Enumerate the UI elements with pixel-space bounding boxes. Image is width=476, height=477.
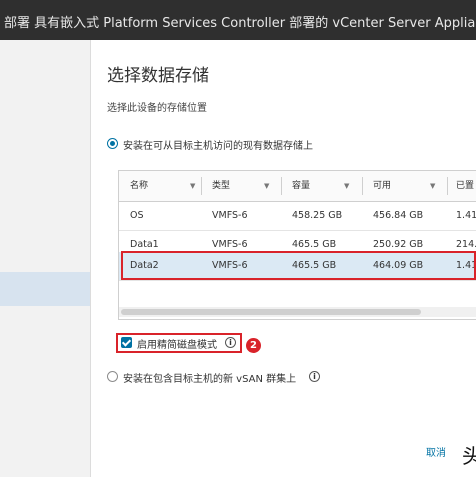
step-badge: 2 <box>246 338 261 353</box>
filter-icon[interactable]: ▼ <box>344 171 349 201</box>
column-divider[interactable] <box>447 177 448 195</box>
cell-free: 456.84 GB <box>373 210 424 221</box>
column-free-label: 可用 <box>373 181 392 191</box>
cell-type: VMFS-6 <box>212 210 248 221</box>
table-header: 名称 ▼ 类型 ▼ 容量 ▼ 可用 ▼ 已置 <box>119 171 476 202</box>
column-header-free[interactable]: 可用 ▼ <box>373 171 445 201</box>
highlight-thin-disk <box>116 333 242 353</box>
radio-existing-datastore-label: 安装在可从目标主机访问的现有数据存储上 <box>123 141 313 152</box>
column-header-type[interactable]: 类型 ▼ <box>212 171 284 201</box>
column-header-provisioned[interactable]: 已置 <box>456 171 476 201</box>
column-divider[interactable] <box>362 177 363 195</box>
cell-capacity: 458.25 GB <box>292 210 343 221</box>
filter-icon[interactable]: ▼ <box>264 171 269 201</box>
datastore-table: 名称 ▼ 类型 ▼ 容量 ▼ 可用 ▼ 已置 OS VMFS-6 458.25 … <box>118 170 476 320</box>
page-subtitle: 选择此设备的存储位置 <box>107 103 207 114</box>
cancel-button[interactable]: 取消 <box>426 444 446 459</box>
window-titlebar: 部署 具有嵌入式 Platform Services Controller 部署… <box>0 0 476 40</box>
column-divider[interactable] <box>201 177 202 195</box>
filter-icon[interactable]: ▼ <box>430 171 435 201</box>
radio-vsan[interactable] <box>107 371 118 382</box>
column-type-label: 类型 <box>212 181 231 191</box>
highlight-selected-datastore <box>121 251 476 280</box>
horizontal-scrollbar[interactable] <box>119 307 476 317</box>
wizard-sidebar <box>0 40 91 477</box>
filter-icon[interactable]: ▼ <box>190 171 195 201</box>
column-header-name[interactable]: 名称 ▼ <box>130 171 200 201</box>
radio-vsan-label: 安装在包含目标主机的新 vSAN 群集上 <box>123 374 297 385</box>
table-row[interactable]: OS VMFS-6 458.25 GB 456.84 GB 1.41 G <box>119 202 476 231</box>
cell-provisioned: 1.41 G <box>456 210 476 221</box>
cell-name: OS <box>130 210 144 221</box>
radio-existing-datastore[interactable] <box>107 138 118 149</box>
info-icon[interactable]: i <box>309 371 320 382</box>
column-capacity-label: 容量 <box>292 181 311 191</box>
column-name-label: 名称 <box>130 181 149 191</box>
column-provisioned-label: 已置 <box>456 181 475 191</box>
column-divider[interactable] <box>281 177 282 195</box>
watermark-logo: 头 <box>462 444 476 468</box>
sidebar-item-current[interactable] <box>0 272 90 306</box>
column-header-capacity[interactable]: 容量 ▼ <box>292 171 364 201</box>
page-title: 选择数据存储 <box>107 66 209 86</box>
window-title: 部署 具有嵌入式 Platform Services Controller 部署… <box>4 16 476 31</box>
scrollbar-thumb[interactable] <box>121 309 421 315</box>
